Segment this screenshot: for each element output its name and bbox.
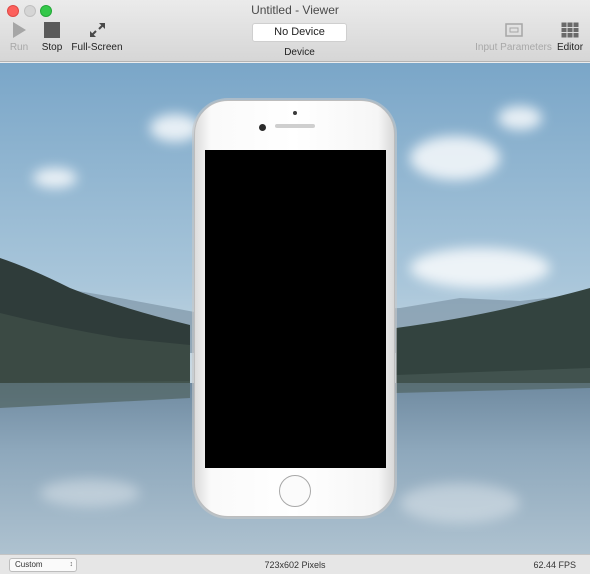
stop-icon	[44, 22, 60, 38]
input-parameters-button[interactable]: Input Parameters	[475, 22, 552, 53]
status-bar: Custom ↕ 723x602 Pixels 62.44 FPS	[0, 554, 590, 574]
fullscreen-icon	[89, 23, 105, 37]
window-title: Untitled - Viewer	[251, 3, 339, 17]
front-camera-icon	[259, 124, 266, 131]
stop-button[interactable]: Stop	[40, 22, 64, 53]
editor-button[interactable]: Editor	[555, 22, 585, 53]
stop-label: Stop	[41, 42, 63, 53]
play-icon	[13, 22, 26, 38]
editor-label: Editor	[556, 42, 584, 53]
earpiece-speaker	[275, 124, 315, 128]
input-parameters-icon	[504, 23, 523, 37]
device-selector[interactable]: No Device	[252, 23, 347, 42]
device-screen[interactable]	[205, 150, 386, 468]
viewer-canvas[interactable]	[0, 63, 590, 554]
proximity-sensor	[293, 111, 297, 115]
resolution-readout: 723x602 Pixels	[264, 560, 326, 570]
run-button[interactable]: Run	[8, 22, 30, 53]
title-bar: Untitled - Viewer Run Stop Full-Screen N…	[0, 0, 590, 62]
viewer-window: Untitled - Viewer Run Stop Full-Screen N…	[0, 0, 590, 574]
fullscreen-button[interactable]: Full-Screen	[71, 22, 123, 53]
device-frame	[194, 100, 395, 517]
run-label: Run	[9, 42, 29, 53]
input-parameters-label: Input Parameters	[475, 42, 552, 53]
home-button[interactable]	[279, 475, 311, 507]
device-label: Device	[284, 47, 315, 58]
fps-readout: 62.44 FPS	[533, 560, 576, 570]
fullscreen-label: Full-Screen	[71, 42, 123, 53]
grid-icon	[561, 22, 579, 38]
